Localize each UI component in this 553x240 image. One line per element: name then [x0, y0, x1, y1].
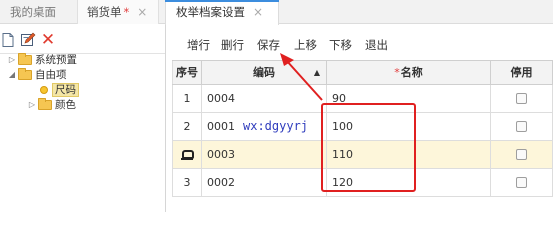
- disabled-checkbox[interactable]: [516, 120, 527, 132]
- tree-node-size[interactable]: 尺码: [40, 83, 79, 97]
- row-editing-icon: [181, 149, 194, 160]
- watermark-text: wx:dgyyrj: [243, 119, 309, 133]
- collapse-toggle-icon[interactable]: ◢: [7, 68, 17, 82]
- tab-my-desktop[interactable]: 我的桌面: [10, 0, 56, 24]
- tree-toolbar: ✕: [0, 32, 166, 49]
- table-header-row: 序号 编码 ▲ *名称 停用: [172, 61, 553, 85]
- grid-toolbar: 增行 删行 保存 上移 下移 退出: [167, 25, 553, 58]
- folder-icon: [18, 53, 32, 65]
- new-document-icon[interactable]: [0, 32, 16, 48]
- save-button[interactable]: 保存: [257, 37, 280, 53]
- required-indicator: *: [394, 66, 400, 79]
- disabled-checkbox[interactable]: [516, 176, 527, 188]
- disabled-checkbox[interactable]: [516, 148, 527, 160]
- tab-label: 我的桌面: [10, 5, 56, 19]
- folder-icon: [38, 98, 52, 110]
- tab-label: 销货单: [87, 5, 122, 19]
- delete-row-button[interactable]: 删行: [221, 37, 244, 53]
- seq-cell: 2: [172, 113, 202, 140]
- tree-node-free-items[interactable]: ◢ 自由项: [7, 68, 67, 82]
- code-cell[interactable]: 0003: [202, 141, 327, 168]
- expand-toggle-icon[interactable]: ▷: [7, 53, 17, 67]
- code-cell[interactable]: 0004: [202, 85, 327, 112]
- tree-node-label: 系统预置: [35, 54, 77, 66]
- tree-node-label: 自由项: [35, 69, 67, 81]
- tree-node-label: 颜色: [55, 99, 76, 111]
- expand-toggle-icon[interactable]: ▷: [27, 98, 37, 112]
- tab-bar: 我的桌面 销货单 * × 枚举档案设置 ×: [0, 0, 553, 25]
- seq-cell: 3: [172, 169, 202, 196]
- tab-sales-order[interactable]: 销货单 * ×: [77, 0, 159, 24]
- sort-ascending-icon[interactable]: ▲: [314, 61, 320, 84]
- leaf-node-icon: [40, 86, 48, 94]
- column-header-name[interactable]: *名称: [327, 61, 491, 84]
- exit-button[interactable]: 退出: [365, 37, 388, 53]
- disabled-cell: [491, 113, 553, 140]
- tab-label: 枚举档案设置: [176, 5, 245, 19]
- move-down-button[interactable]: 下移: [329, 37, 352, 53]
- seq-cell: 1: [172, 85, 202, 112]
- column-header-disabled[interactable]: 停用: [491, 61, 553, 84]
- modified-indicator: *: [123, 5, 130, 19]
- column-header-label: 名称: [400, 66, 423, 79]
- column-header-seq[interactable]: 序号: [172, 61, 202, 84]
- disabled-cell: [491, 85, 553, 112]
- tree-node-color[interactable]: ▷ 颜色: [27, 98, 76, 112]
- tree-node-system-preset[interactable]: ▷ 系统预置: [7, 53, 77, 67]
- disabled-cell: [491, 169, 553, 196]
- enum-values-table: 序号 编码 ▲ *名称 停用 1 0004 90 2 0001 100 0003 …: [172, 60, 553, 197]
- add-row-button[interactable]: 增行: [187, 37, 210, 53]
- disabled-cell: [491, 141, 553, 168]
- code-cell[interactable]: 0002: [202, 169, 327, 196]
- column-header-label: 编码: [253, 66, 275, 79]
- close-icon[interactable]: ×: [253, 5, 263, 19]
- category-tree-panel: ✕ ▷ 系统预置 ◢ 自由项 尺码 ▷ 颜色: [0, 25, 166, 212]
- move-up-button[interactable]: 上移: [294, 37, 317, 53]
- seq-cell: [172, 141, 202, 168]
- delete-icon[interactable]: ✕: [40, 32, 56, 49]
- disabled-checkbox[interactable]: [516, 92, 527, 104]
- annotation-highlight-box: [321, 103, 416, 192]
- column-header-code[interactable]: 编码 ▲: [202, 61, 327, 84]
- tab-enum-archive-settings[interactable]: 枚举档案设置 ×: [165, 0, 279, 25]
- tree-node-label: 尺码: [52, 83, 79, 97]
- edit-icon[interactable]: [20, 32, 36, 48]
- folder-open-icon: [18, 68, 32, 80]
- close-icon[interactable]: ×: [137, 5, 147, 19]
